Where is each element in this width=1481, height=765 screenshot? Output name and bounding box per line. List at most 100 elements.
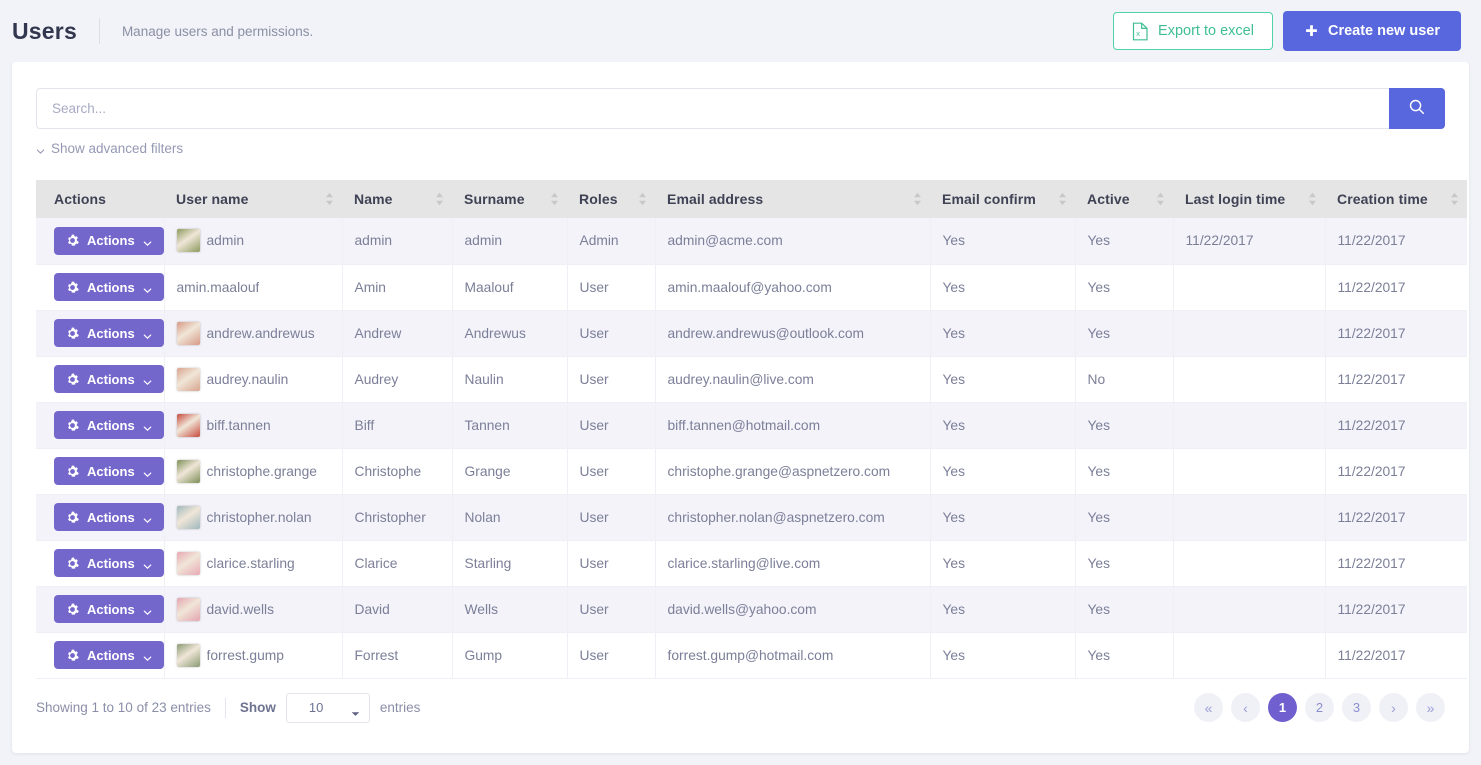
sort-arrows-icon[interactable] [550, 192, 559, 206]
cell-creation-time: 11/22/2017 [1325, 494, 1467, 541]
table-header-row: Actions User name Name Surname Roles Email ad… [36, 180, 1467, 218]
column-header-creation-time[interactable]: Creation time [1325, 180, 1467, 218]
pagination-next[interactable]: › [1379, 693, 1408, 722]
cell-active: Yes [1075, 632, 1174, 679]
cell-email-confirm: Yes [930, 264, 1076, 311]
pagination-page-1[interactable]: 1 [1268, 693, 1297, 722]
column-header-roles[interactable]: Roles [567, 180, 655, 218]
export-to-excel-button[interactable]: x Export to excel [1113, 12, 1273, 50]
cell-email-address: audrey.naulin@live.com [655, 356, 931, 403]
create-new-user-button[interactable]: Create new user [1282, 11, 1461, 51]
column-header-label: Roles [579, 191, 618, 207]
export-to-excel-label: Export to excel [1158, 23, 1254, 39]
cell-email-confirm: Yes [930, 402, 1076, 449]
row-actions-button[interactable]: Actions [54, 411, 163, 439]
sort-arrows-icon[interactable] [435, 192, 444, 206]
sort-arrows-icon[interactable] [1450, 192, 1459, 206]
page-header: Users Manage users and permissions. x Ex… [0, 0, 1481, 62]
cell-surname: Naulin [452, 356, 568, 403]
user-name-cell-content: david.wells [176, 597, 330, 621]
sort-arrows-icon[interactable] [913, 192, 922, 206]
cell-surname: Andrewus [452, 310, 568, 357]
column-header-label: Active [1087, 191, 1130, 207]
cell-roles: User [567, 310, 656, 357]
cell-email-confirm: Yes [930, 632, 1076, 679]
cell-roles: User [567, 264, 656, 311]
cell-name: Amin [342, 264, 453, 311]
sort-arrows-icon[interactable] [1058, 192, 1067, 206]
sort-arrows-icon[interactable] [1156, 192, 1165, 206]
avatar [176, 597, 200, 621]
cell-active: Yes [1075, 494, 1174, 541]
column-header-surname[interactable]: Surname [452, 180, 567, 218]
pagination-first[interactable]: « [1194, 693, 1223, 722]
row-actions-button[interactable]: Actions [54, 273, 163, 301]
column-header-email-confirm[interactable]: Email confirm [930, 180, 1075, 218]
cell-email-address: christopher.nolan@aspnetzero.com [655, 494, 931, 541]
sort-arrows-icon[interactable] [638, 192, 647, 206]
cell-user-name: amin.maalouf [164, 264, 343, 311]
cell-active: Yes [1075, 402, 1174, 449]
column-header-user-name[interactable]: User name [164, 180, 342, 218]
cell-name: Clarice [342, 540, 453, 587]
cell-user-name: andrew.andrewus [164, 310, 343, 357]
row-actions-button[interactable]: Actions [54, 365, 163, 393]
cell-active: Yes [1075, 264, 1174, 311]
cell-email-confirm: Yes [930, 448, 1076, 495]
cell-email-address: amin.maalouf@yahoo.com [655, 264, 931, 311]
user-name-cell-content: forrest.gump [176, 643, 330, 667]
users-card: Show advanced filters Actions User name Na… [12, 62, 1469, 753]
pagination-last[interactable]: » [1416, 693, 1445, 722]
cell-last-login-time [1173, 540, 1326, 587]
user-name-cell-content: clarice.starling [176, 551, 330, 575]
cell-active: Yes [1075, 586, 1174, 633]
table-row: Actions david.wells David Wells User david.we… [36, 586, 1467, 633]
row-actions-button[interactable]: Actions [54, 457, 163, 485]
cell-creation-time: 11/22/2017 [1325, 402, 1467, 449]
column-header-label: Surname [464, 191, 525, 207]
sort-arrows-icon[interactable] [1308, 192, 1317, 206]
show-advanced-filters-toggle[interactable]: Show advanced filters [36, 141, 183, 156]
row-actions-button[interactable]: Actions [54, 595, 163, 623]
column-header-last-login-time[interactable]: Last login time [1173, 180, 1325, 218]
user-name-text: amin.maalouf [176, 279, 260, 295]
row-actions-button[interactable]: Actions [54, 549, 163, 577]
search-button[interactable] [1389, 88, 1445, 129]
cell-surname: Starling [452, 540, 568, 587]
cell-roles: User [567, 356, 656, 403]
avatar [176, 643, 200, 667]
column-header-name[interactable]: Name [342, 180, 452, 218]
header-divider [98, 18, 100, 44]
page-size-select[interactable]: 102550100 [285, 692, 370, 723]
cell-roles: User [567, 494, 656, 541]
cell-creation-time: 11/22/2017 [1325, 356, 1467, 403]
cell-last-login-time [1173, 586, 1326, 633]
sort-arrows-icon[interactable] [325, 192, 334, 206]
pagination-page-2[interactable]: 2 [1305, 693, 1334, 722]
row-actions-button[interactable]: Actions [54, 226, 163, 255]
avatar [176, 459, 200, 483]
cell-surname: Tannen [452, 402, 568, 449]
cell-name: admin [342, 218, 453, 265]
cell-email-address: christophe.grange@aspnetzero.com [655, 448, 931, 495]
pagination-page-3[interactable]: 3 [1342, 693, 1371, 722]
avatar [176, 505, 200, 529]
column-header-label: Creation time [1337, 191, 1428, 207]
page-title: Users [12, 17, 77, 44]
cell-last-login-time [1173, 632, 1326, 679]
row-actions-button[interactable]: Actions [54, 641, 163, 669]
row-actions-button[interactable]: Actions [54, 503, 163, 531]
column-header-email-address[interactable]: Email address [655, 180, 930, 218]
users-table: Actions User name Name Surname Roles Email ad… [36, 180, 1467, 679]
cell-last-login-time [1173, 356, 1326, 403]
search-input[interactable] [36, 88, 1389, 129]
row-actions-button[interactable]: Actions [54, 319, 163, 347]
cell-email-confirm: Yes [930, 540, 1076, 587]
pagination-previous[interactable]: ‹ [1231, 693, 1260, 722]
chevron-down-icon [143, 651, 152, 661]
cell-actions: Actions [36, 494, 165, 541]
table-row: Actions amin.maalouf Amin Maalouf User amin.m… [36, 264, 1467, 311]
create-new-user-label: Create new user [1327, 23, 1440, 39]
users-table-head: Actions User name Name Surname Roles Email ad… [36, 180, 1467, 218]
column-header-active[interactable]: Active [1075, 180, 1173, 218]
